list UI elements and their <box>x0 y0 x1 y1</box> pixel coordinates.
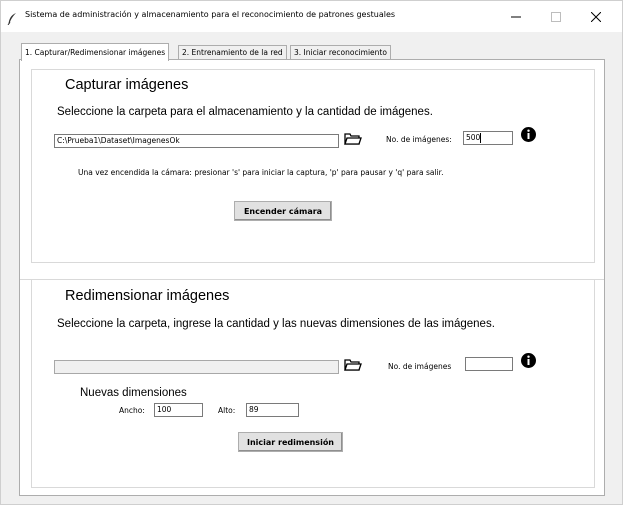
info-icon <box>520 126 537 147</box>
capture-info-button[interactable] <box>518 126 538 146</box>
tab-training[interactable]: 2. Entrenamiento de la red <box>178 45 287 60</box>
tab-capture-resize[interactable]: 1. Capturar/Redimensionar imágenes <box>21 43 170 61</box>
resize-frame <box>31 280 595 488</box>
app-window: Sistema de administración y almacenamien… <box>0 0 623 505</box>
close-button[interactable] <box>576 1 616 32</box>
width-field[interactable]: 100 <box>154 403 203 417</box>
capture-frame <box>31 69 595 263</box>
capture-count-value: 500 <box>466 133 481 142</box>
folder-open-icon <box>344 131 362 150</box>
resize-count-label: No. de imágenes <box>388 362 452 371</box>
window-title: Sistema de administración y almacenamien… <box>25 10 396 19</box>
capture-title: Capturar imágenes <box>65 77 189 93</box>
minimize-button[interactable] <box>496 1 536 32</box>
width-label: Ancho: <box>119 406 145 415</box>
folder-open-icon <box>344 357 362 376</box>
info-icon <box>520 352 537 373</box>
capture-folder-field[interactable]: C:\Prueba1\Dataset\ImagenesOk <box>54 134 339 148</box>
feather-icon <box>7 10 17 26</box>
resize-count-field[interactable] <box>465 357 513 371</box>
resize-title: Redimensionar imágenes <box>65 288 230 304</box>
capture-count-label: No. de imágenes: <box>386 135 452 144</box>
capture-count-field[interactable]: 500 <box>463 131 513 145</box>
resize-instruction: Seleccione la carpeta, ingrese la cantid… <box>57 318 495 330</box>
start-camera-button[interactable]: Encender cámara <box>234 201 332 221</box>
resize-folder-field[interactable] <box>54 360 339 374</box>
resize-info-button[interactable] <box>518 352 538 372</box>
tab-recognition[interactable]: 3. Iniciar reconocimiento <box>290 45 391 60</box>
text-cursor <box>480 133 482 143</box>
start-resize-button[interactable]: Iniciar redimensión <box>238 432 343 452</box>
capture-instruction: Seleccione la carpeta para el almacenami… <box>57 106 433 118</box>
new-dimensions-title: Nuevas dimensiones <box>80 387 187 399</box>
maximize-button[interactable] <box>536 1 576 32</box>
height-label: Alto: <box>218 406 236 415</box>
tab-content-panel: Capturar imágenes Seleccione la carpeta … <box>19 59 605 496</box>
title-bar: Sistema de administración y almacenamien… <box>1 1 622 32</box>
camera-help-text: Una vez encendida la cámara: presionar '… <box>78 168 444 177</box>
height-field[interactable]: 89 <box>246 403 299 417</box>
resize-folder-button[interactable] <box>344 358 362 374</box>
capture-folder-button[interactable] <box>344 132 362 148</box>
